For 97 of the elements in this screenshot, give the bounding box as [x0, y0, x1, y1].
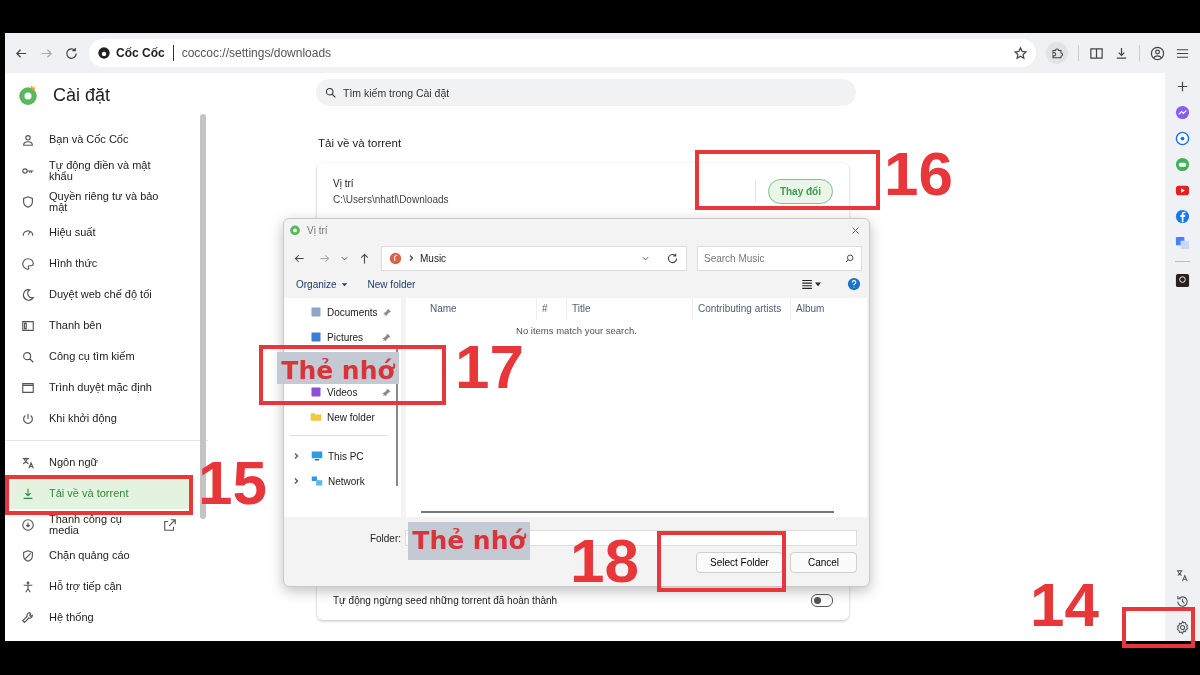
- reload-icon[interactable]: [64, 45, 79, 61]
- pin-icon[interactable]: [382, 387, 391, 397]
- download-icon[interactable]: [1114, 45, 1129, 61]
- wrench-icon: [21, 610, 35, 625]
- cancel-button[interactable]: Cancel: [790, 552, 857, 573]
- section-title: Tải về và torrent: [318, 137, 403, 151]
- sidebar-layout-icon: [21, 318, 35, 333]
- address-field[interactable]: Music: [381, 245, 687, 271]
- logo-icon: [17, 84, 39, 106]
- step-number: 17: [455, 336, 524, 398]
- music-icon: [389, 251, 402, 265]
- step-number: 16: [884, 143, 953, 205]
- empty-message: No items match your search.: [515, 325, 638, 336]
- sidebar-item[interactable]: Tự động điền và mật khẩu: [5, 155, 192, 186]
- url-text: coccoc://settings/downloads: [181, 46, 333, 60]
- puzzle-icon[interactable]: [1046, 42, 1068, 64]
- accessibility-icon: [21, 579, 35, 594]
- sidebar-item[interactable]: Chặn quảng cáo: [5, 540, 192, 571]
- column-header[interactable]: Title: [567, 298, 693, 320]
- external-link-icon[interactable]: [163, 517, 177, 532]
- moon-icon: [21, 287, 35, 302]
- sidebar-item[interactable]: Thanh công cụ media: [5, 509, 192, 540]
- chevron-right-icon[interactable]: [292, 477, 300, 485]
- profile-icon[interactable]: [1150, 45, 1165, 61]
- annotation-label: Thẻ nhớ: [408, 522, 530, 560]
- sidebar-item[interactable]: Công cụ tìm kiếm: [5, 341, 192, 372]
- select-folder-button[interactable]: Select Folder: [696, 552, 783, 573]
- search-field[interactable]: Tìm kiếm trong Cài đặt: [316, 79, 856, 106]
- close-icon[interactable]: [851, 225, 860, 235]
- power-icon: [21, 411, 35, 426]
- sidebar-item[interactable]: Hỗ trợ tiếp cận: [5, 571, 192, 602]
- list-view-icon[interactable]: [799, 277, 823, 291]
- pin-icon[interactable]: [382, 307, 391, 317]
- download-icon: [21, 486, 35, 501]
- column-header[interactable]: Contributing artists: [693, 298, 791, 320]
- social-icon[interactable]: [1175, 209, 1190, 224]
- sidebar-item[interactable]: Trình duyệt mặc định: [5, 372, 192, 403]
- plus-icon[interactable]: [1175, 79, 1190, 94]
- organize-button[interactable]: Organize: [290, 276, 354, 292]
- split-view-icon[interactable]: [1089, 45, 1104, 61]
- chevron-right-icon[interactable]: [292, 452, 300, 460]
- search-field[interactable]: Search Music: [697, 245, 862, 271]
- settings-icon[interactable]: [1175, 620, 1190, 635]
- column-header[interactable]: #: [537, 298, 567, 320]
- chevron-right-icon: [407, 254, 415, 262]
- shield-icon: [21, 194, 35, 209]
- site-name: Cốc Cốc: [116, 46, 165, 60]
- media-icon: [21, 517, 35, 532]
- sidebar-item[interactable]: Hình thức: [5, 248, 192, 279]
- sidebar-item[interactable]: Hiệu suất: [5, 217, 192, 248]
- setting-value: C:\Users\nhatl\Downloads: [333, 193, 450, 205]
- refresh-icon[interactable]: [666, 251, 679, 265]
- address-bar[interactable]: Cốc Cốc coccoc://settings/downloads: [89, 39, 1036, 67]
- star-icon[interactable]: [1013, 45, 1028, 61]
- history-icon[interactable]: [1175, 594, 1190, 609]
- logo-icon: [289, 224, 301, 236]
- caret-icon: [340, 280, 348, 288]
- nav-item[interactable]: This PC: [284, 449, 401, 463]
- step-number: 18: [570, 530, 639, 592]
- folder-label: Folder:: [369, 532, 401, 544]
- nav-item[interactable]: Network: [284, 474, 401, 488]
- nav-item[interactable]: Documents: [284, 305, 401, 319]
- sidebar-item[interactable]: Ngôn ngữ: [5, 447, 192, 478]
- monitor-icon: [311, 450, 323, 462]
- window-icon: [21, 380, 35, 395]
- pin-icon[interactable]: [382, 332, 391, 342]
- help-icon[interactable]: [847, 277, 861, 291]
- annotation-label: Thẻ nhớ: [277, 352, 399, 384]
- settings-title: Cài đặt: [53, 84, 111, 106]
- toggle-switch[interactable]: [811, 593, 833, 607]
- sidebar-item[interactable]: Bạn và Cốc Cốc: [5, 124, 192, 155]
- person-icon: [21, 132, 35, 147]
- sidebar-item[interactable]: Thanh bên: [5, 310, 192, 341]
- shield-icon: [21, 548, 35, 563]
- dialog-title: Vị trí: [307, 224, 328, 236]
- setting-label: Tự động ngừng seed những torrent đã hoàn thành: [333, 594, 559, 606]
- logo-icon: [97, 46, 111, 60]
- sidebar-item[interactable]: Hệ thống: [5, 602, 192, 633]
- app-icon[interactable]: [1175, 273, 1190, 288]
- play-icon[interactable]: [1175, 183, 1190, 198]
- search-icon: [21, 349, 35, 364]
- column-header[interactable]: Name: [430, 298, 537, 320]
- nav-item[interactable]: Pictures: [284, 330, 401, 344]
- palette-icon: [21, 256, 35, 271]
- sidebar-item[interactable]: Khi khởi động: [5, 403, 192, 434]
- new-folder-button[interactable]: New folder: [361, 276, 422, 292]
- step-number: 14: [1030, 574, 1099, 636]
- search-icon: [844, 252, 855, 264]
- sidebar-item[interactable]: Quyền riêng tư và bảo mật: [5, 186, 192, 217]
- setting-label: Vị trí: [333, 177, 355, 189]
- search-icon: [324, 86, 337, 99]
- nav-item[interactable]: New folder: [284, 410, 401, 424]
- column-header[interactable]: Album: [791, 298, 856, 320]
- step-number: 15: [198, 452, 267, 514]
- nav-item[interactable]: Videos: [284, 385, 401, 399]
- sidebar-item[interactable]: Duyệt web chế độ tối: [5, 279, 192, 310]
- up-arrow-icon[interactable]: [358, 251, 371, 265]
